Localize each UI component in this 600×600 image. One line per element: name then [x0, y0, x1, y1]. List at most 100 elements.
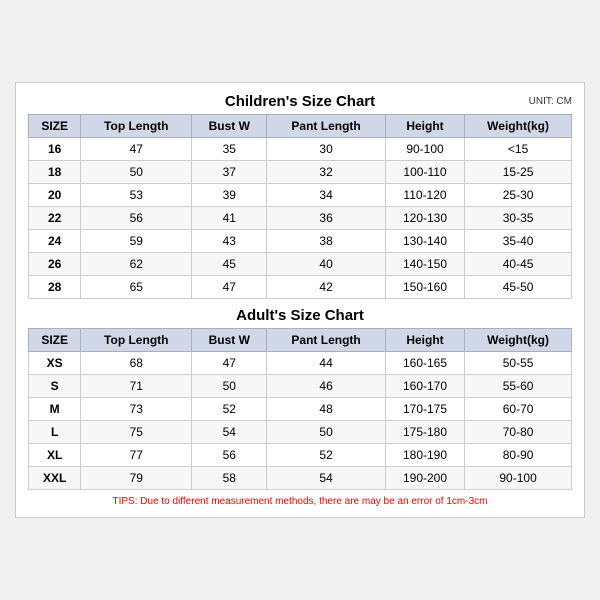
table-cell: 79 — [81, 467, 192, 490]
adults-header-row: SIZE Top Length Bust W Pant Length Heigh… — [29, 329, 572, 352]
table-cell: 160-170 — [385, 375, 464, 398]
table-cell: XS — [29, 352, 81, 375]
table-cell: 71 — [81, 375, 192, 398]
table-cell: 53 — [81, 184, 192, 207]
adults-col-pantlength: Pant Length — [267, 329, 386, 352]
table-cell: 62 — [81, 253, 192, 276]
table-cell: 55-60 — [465, 375, 572, 398]
table-cell: 50 — [81, 161, 192, 184]
table-cell: 50 — [192, 375, 267, 398]
table-cell: 46 — [267, 375, 386, 398]
table-cell: M — [29, 398, 81, 421]
table-cell: 150-160 — [385, 276, 464, 299]
table-cell: 175-180 — [385, 421, 464, 444]
table-cell: 77 — [81, 444, 192, 467]
table-cell: 190-200 — [385, 467, 464, 490]
table-cell: 37 — [192, 161, 267, 184]
children-header-row: SIZE Top Length Bust W Pant Length Heigh… — [29, 115, 572, 138]
table-cell: 32 — [267, 161, 386, 184]
table-cell: 18 — [29, 161, 81, 184]
children-col-height: Height — [385, 115, 464, 138]
table-row: 28654742150-16045-50 — [29, 276, 572, 299]
table-cell: 54 — [267, 467, 386, 490]
table-cell: 15-25 — [465, 161, 572, 184]
table-cell: 50-55 — [465, 352, 572, 375]
table-cell: 26 — [29, 253, 81, 276]
children-title: Children's Size Chart — [225, 93, 375, 110]
table-cell: 52 — [192, 398, 267, 421]
table-row: 1647353090-100<15 — [29, 138, 572, 161]
table-row: 22564136120-13030-35 — [29, 207, 572, 230]
table-cell: 100-110 — [385, 161, 464, 184]
table-cell: 56 — [81, 207, 192, 230]
children-title-row: Children's Size Chart UNIT: CM — [28, 93, 572, 110]
table-row: XS684744160-16550-55 — [29, 352, 572, 375]
adults-col-bustw: Bust W — [192, 329, 267, 352]
table-cell: 110-120 — [385, 184, 464, 207]
table-cell: 47 — [192, 352, 267, 375]
table-row: L755450175-18070-80 — [29, 421, 572, 444]
adults-title: Adult's Size Chart — [236, 307, 364, 324]
children-col-bustw: Bust W — [192, 115, 267, 138]
table-row: 20533934110-12025-30 — [29, 184, 572, 207]
table-cell: <15 — [465, 138, 572, 161]
table-cell: 70-80 — [465, 421, 572, 444]
table-cell: 68 — [81, 352, 192, 375]
table-cell: 22 — [29, 207, 81, 230]
table-cell: 16 — [29, 138, 81, 161]
table-cell: 58 — [192, 467, 267, 490]
table-row: 18503732100-11015-25 — [29, 161, 572, 184]
table-cell: 38 — [267, 230, 386, 253]
table-cell: 25-30 — [465, 184, 572, 207]
table-row: M735248170-17560-70 — [29, 398, 572, 421]
table-cell: 40 — [267, 253, 386, 276]
table-cell: 40-45 — [465, 253, 572, 276]
table-cell: 45-50 — [465, 276, 572, 299]
adults-table: SIZE Top Length Bust W Pant Length Heigh… — [28, 328, 572, 490]
table-cell: 42 — [267, 276, 386, 299]
adults-col-weight: Weight(kg) — [465, 329, 572, 352]
table-cell: 47 — [81, 138, 192, 161]
table-cell: 90-100 — [465, 467, 572, 490]
children-table: SIZE Top Length Bust W Pant Length Heigh… — [28, 114, 572, 299]
table-cell: 34 — [267, 184, 386, 207]
table-cell: 73 — [81, 398, 192, 421]
adults-col-size: SIZE — [29, 329, 81, 352]
table-cell: 120-130 — [385, 207, 464, 230]
table-cell: 30 — [267, 138, 386, 161]
adults-col-height: Height — [385, 329, 464, 352]
children-col-toplength: Top Length — [81, 115, 192, 138]
table-cell: XL — [29, 444, 81, 467]
children-col-weight: Weight(kg) — [465, 115, 572, 138]
table-cell: 140-150 — [385, 253, 464, 276]
table-cell: S — [29, 375, 81, 398]
table-row: XXL795854190-20090-100 — [29, 467, 572, 490]
table-cell: 28 — [29, 276, 81, 299]
adults-title-row: Adult's Size Chart — [28, 307, 572, 324]
table-cell: L — [29, 421, 81, 444]
unit-label: UNIT: CM — [529, 96, 572, 107]
table-row: XL775652180-19080-90 — [29, 444, 572, 467]
table-cell: 59 — [81, 230, 192, 253]
table-cell: 45 — [192, 253, 267, 276]
table-cell: 52 — [267, 444, 386, 467]
adults-col-toplength: Top Length — [81, 329, 192, 352]
table-cell: 160-165 — [385, 352, 464, 375]
table-cell: 170-175 — [385, 398, 464, 421]
table-cell: 20 — [29, 184, 81, 207]
children-col-pantlength: Pant Length — [267, 115, 386, 138]
table-cell: 65 — [81, 276, 192, 299]
table-cell: 80-90 — [465, 444, 572, 467]
table-row: 24594338130-14035-40 — [29, 230, 572, 253]
table-row: 26624540140-15040-45 — [29, 253, 572, 276]
table-cell: 24 — [29, 230, 81, 253]
table-cell: 54 — [192, 421, 267, 444]
table-cell: 44 — [267, 352, 386, 375]
table-cell: 48 — [267, 398, 386, 421]
table-cell: 60-70 — [465, 398, 572, 421]
table-cell: 180-190 — [385, 444, 464, 467]
table-cell: 35 — [192, 138, 267, 161]
table-cell: 39 — [192, 184, 267, 207]
table-cell: 75 — [81, 421, 192, 444]
children-col-size: SIZE — [29, 115, 81, 138]
